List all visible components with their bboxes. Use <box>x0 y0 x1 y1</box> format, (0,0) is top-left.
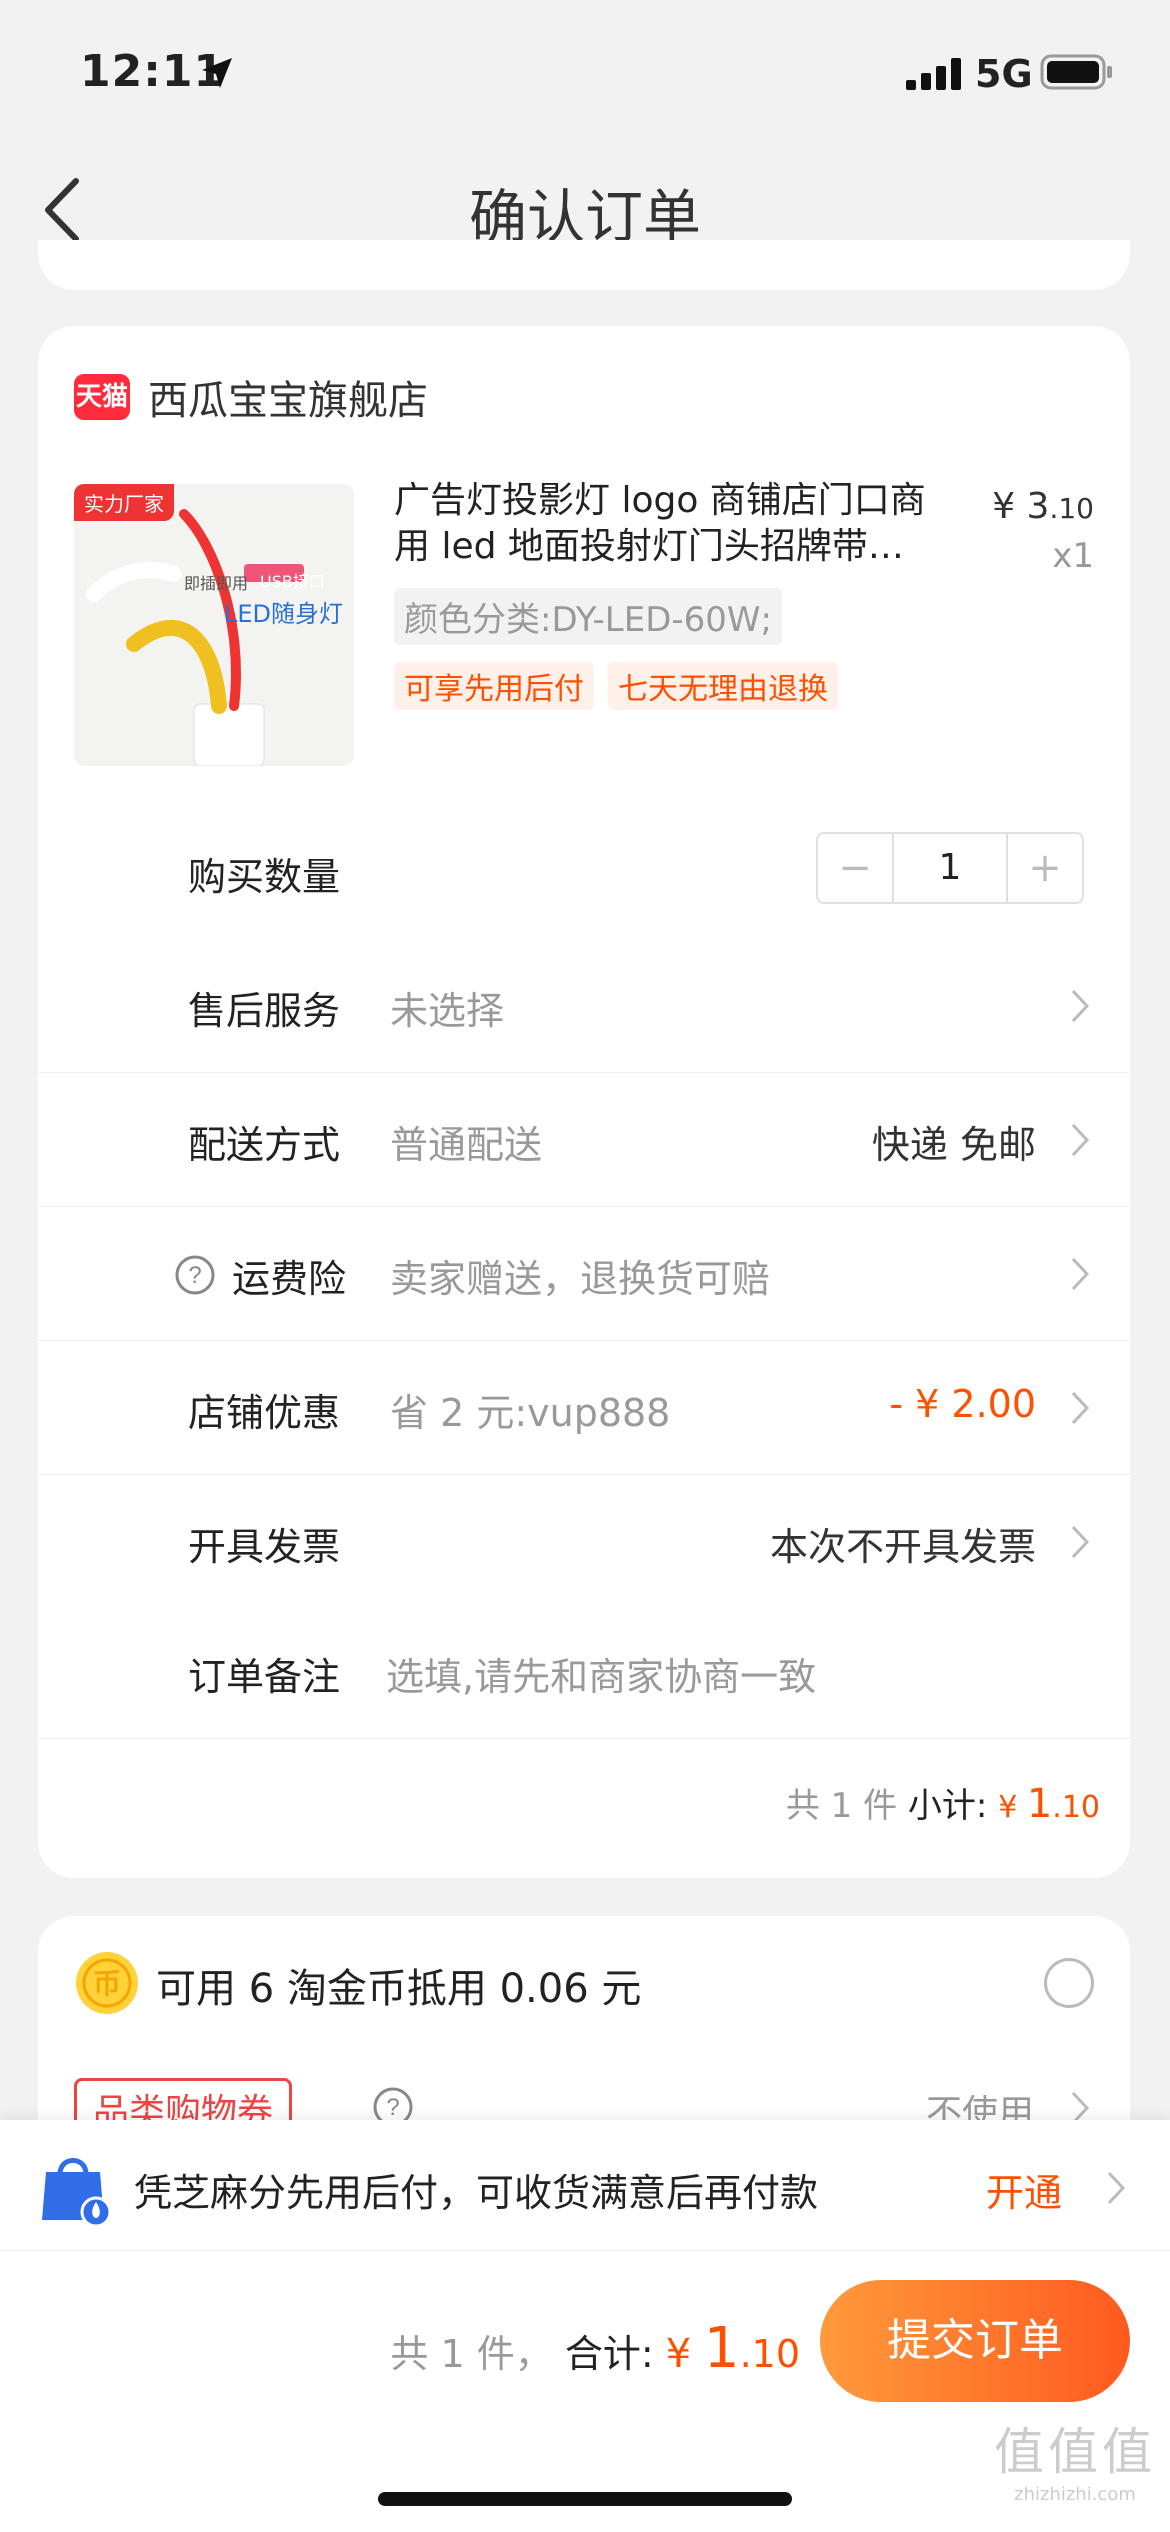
increment-button[interactable]: + <box>1006 834 1082 902</box>
chevron-right-icon <box>1071 989 1090 1023</box>
order-note-input[interactable]: 选填,请先和商家协商一致 <box>386 1646 816 1701</box>
battery-icon <box>1040 54 1112 90</box>
total-symbol: ¥ <box>665 2331 704 2377</box>
watermark-logo: 值值值 <box>994 2423 1156 2481</box>
after-sale-label: 售后服务 <box>188 989 341 1033</box>
divider <box>0 2250 1170 2251</box>
chevron-right-icon <box>1071 1525 1090 1559</box>
subtotal-int: 1 <box>1026 1781 1053 1827</box>
location-arrow-icon <box>202 58 232 88</box>
store-discount-row[interactable]: 店铺优惠 省 2 元:vup888 - ¥ 2.00 <box>38 1340 1130 1475</box>
product-sku[interactable]: 颜色分类:DY-LED-60W; <box>394 588 782 645</box>
order-note-row: 订单备注 选填,请先和商家协商一致 <box>38 1604 1130 1739</box>
status-bar: 12:11 5G <box>0 0 1170 140</box>
shop-name[interactable]: 西瓜宝宝旗舰店 <box>148 368 428 426</box>
freight-insurance-value: 卖家赠送，退换货可赔 <box>390 1257 771 1301</box>
previous-card-edge <box>38 240 1130 290</box>
total-label: 合计: <box>564 2332 654 2376</box>
coin-offer-text: 可用 6 淘金币抵用 0.06 元 <box>156 1966 642 2012</box>
order-note-label: 订单备注 <box>188 1655 341 1699</box>
signal-icon <box>906 58 961 90</box>
freight-insurance-label: 运费险 <box>232 1257 347 1301</box>
taobao-coin-icon: 币 <box>76 1952 138 2014</box>
activate-link[interactable]: 开通 <box>986 2162 1062 2217</box>
freight-insurance-row[interactable]: ? 运费险 卖家赠送，退换货可赔 <box>38 1206 1130 1341</box>
quantity-stepper: − 1 + <box>816 832 1084 904</box>
product-title[interactable]: 广告灯投影灯 logo 商铺店门口商用 led 地面投射灯门头招牌带… <box>394 478 954 570</box>
subtotal-label: 小计: <box>907 1786 988 1826</box>
quantity-row: 购买数量 − 1 + <box>38 804 1130 938</box>
chevron-right-icon <box>1071 1123 1090 1157</box>
chevron-right-icon <box>1071 1257 1090 1291</box>
shipping-fee: 快递 免邮 <box>871 1123 1036 1167</box>
subtotal-decimal: .10 <box>1052 1790 1100 1825</box>
image-caption-2: USB接口 <box>260 572 325 591</box>
subtotal: 共 1 件 小计: ¥ 1.10 <box>786 1778 1100 1827</box>
shipping-label: 配送方式 <box>188 1123 341 1167</box>
tmall-badge: 天猫 <box>74 374 130 420</box>
image-caption-1: 即插即用 <box>184 574 249 593</box>
watermark-url: zhizhizhi.com <box>1014 2484 1136 2505</box>
network-type: 5G <box>975 52 1033 96</box>
image-caption-3: LED随身灯 <box>224 600 344 628</box>
invoice-value: 本次不开具发票 <box>769 1525 1036 1569</box>
product-quantity: x1 <box>1052 536 1094 576</box>
chevron-right-icon <box>1107 2171 1126 2205</box>
order-total: 共 1 件， 合计: ¥ 1.10 <box>390 2316 800 2381</box>
total-count: 共 1 件， <box>390 2332 553 2376</box>
help-icon[interactable]: ? <box>174 1254 216 1296</box>
quantity-value[interactable]: 1 <box>894 834 1006 902</box>
invoice-row[interactable]: 开具发票 本次不开具发票 <box>38 1474 1130 1608</box>
invoice-label: 开具发票 <box>188 1525 341 1569</box>
svg-text:?: ? <box>188 1262 201 1289</box>
total-decimal: .10 <box>739 2332 800 2376</box>
pay-later-promo: 凭芝麻分先用后付，可收货满意后再付款 <box>134 2171 819 2215</box>
svg-text:币: 币 <box>93 1967 121 2000</box>
submit-order-button[interactable]: 提交订单 <box>820 2280 1130 2402</box>
order-card: 天猫 西瓜宝宝旗舰店 实力厂家 即插即用 USB接口 LED随身灯 广告灯投影灯… <box>38 326 1130 1878</box>
product-image[interactable]: 实力厂家 即插即用 USB接口 LED随身灯 <box>74 484 354 766</box>
watermark: 值值值 zhizhizhi.com <box>994 2412 1156 2505</box>
tag-seven-day-return: 七天无理由退换 <box>608 662 838 710</box>
quantity-label: 购买数量 <box>188 855 341 899</box>
coin-radio[interactable] <box>1044 1958 1094 2008</box>
subtotal-symbol: ¥ <box>998 1790 1027 1825</box>
svg-text:?: ? <box>386 2094 399 2121</box>
subtotal-count: 共 1 件 <box>785 1786 898 1826</box>
decrement-button[interactable]: − <box>818 834 894 902</box>
price-decimal: .10 <box>1049 492 1094 525</box>
shipping-row[interactable]: 配送方式 普通配送 快递 免邮 <box>38 1072 1130 1207</box>
chevron-right-icon <box>1071 1391 1090 1425</box>
tag-pay-later: 可享先用后付 <box>394 662 594 710</box>
product-price: ¥ 3.10 <box>992 486 1094 527</box>
shopping-bag-icon <box>42 2158 112 2228</box>
total-int: 1 <box>703 2316 740 2381</box>
store-discount-label: 店铺优惠 <box>188 1391 341 1435</box>
store-discount-amount: - ¥ 2.00 <box>889 1382 1036 1426</box>
bottom-bar: 凭芝麻分先用后付，可收货满意后再付款 开通 共 1 件， 合计: ¥ 1.10 … <box>0 2120 1170 2532</box>
shipping-method: 普通配送 <box>390 1123 543 1167</box>
store-discount-code: 省 2 元:vup888 <box>390 1391 671 1435</box>
after-sale-row[interactable]: 售后服务 未选择 <box>38 938 1130 1073</box>
home-indicator <box>378 2492 792 2506</box>
price-int: ¥ 3 <box>992 486 1050 527</box>
after-sale-value: 未选择 <box>390 989 505 1033</box>
